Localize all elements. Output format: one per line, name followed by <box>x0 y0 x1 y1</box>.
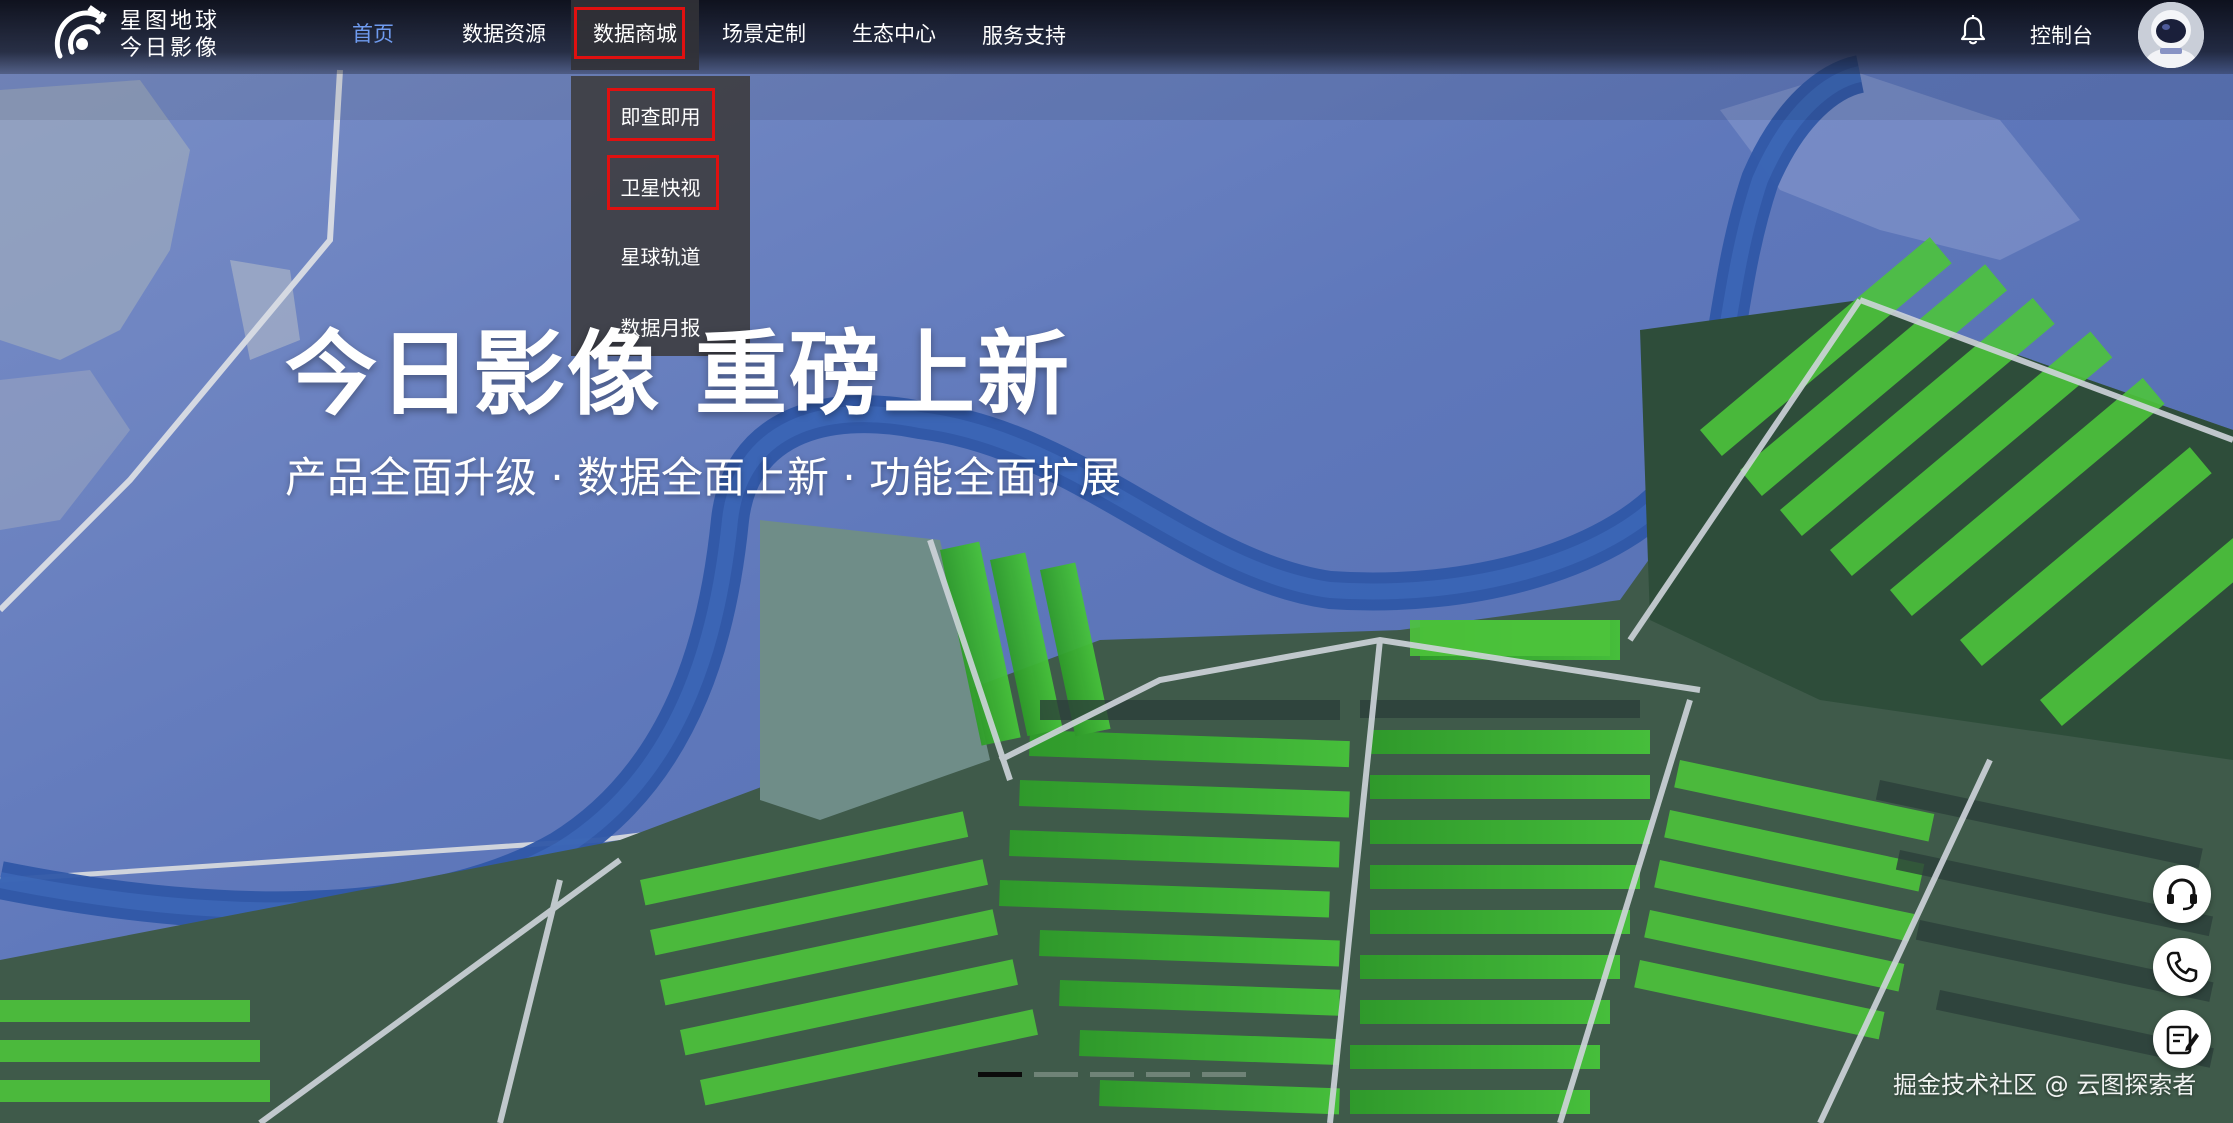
brand-name: 星图地球 今日影像 <box>120 8 220 62</box>
hero-title: 今日影像 重磅上新 <box>285 321 1072 428</box>
astronaut-avatar-icon <box>2138 2 2204 68</box>
watermark-text: 掘金技术社区 @ 云图探索者 <box>1893 1071 2197 1099</box>
phone-icon <box>2166 951 2198 983</box>
brand-logo[interactable]: 星图地球 今日影像 <box>52 2 232 66</box>
carousel-dot-1[interactable] <box>978 1072 1022 1077</box>
feedback-button[interactable] <box>2153 1010 2211 1068</box>
bell-icon[interactable] <box>1958 14 1988 46</box>
top-navigation-bar: 星图地球 今日影像 首页 数据资源 数据商城 场景定制 生态中心 服务支持 控制… <box>0 0 2233 74</box>
console-link[interactable]: 控制台 <box>2030 20 2093 50</box>
dropdown-item-satellite-quickview[interactable]: 卫星快视 <box>571 172 750 201</box>
nav-item-data-resources[interactable]: 数据资源 <box>462 18 546 48</box>
nav-item-data-mall[interactable]: 数据商城 <box>571 0 699 70</box>
carousel-dot-5[interactable] <box>1202 1072 1246 1077</box>
carousel-dot-3[interactable] <box>1090 1072 1134 1077</box>
headset-icon <box>2167 878 2197 911</box>
phone-button[interactable] <box>2153 938 2211 996</box>
satellite-image-background <box>0 0 2233 1123</box>
carousel-dot-2[interactable] <box>1034 1072 1078 1077</box>
nav-item-home[interactable]: 首页 <box>352 18 394 48</box>
nav-item-scene-custom[interactable]: 场景定制 <box>722 18 806 48</box>
nav-item-ecosystem[interactable]: 生态中心 <box>852 18 936 48</box>
hero-subtitle: 产品全面升级 · 数据全面上新 · 功能全面扩展 <box>285 453 1122 502</box>
satellite-logo-icon <box>54 5 107 59</box>
nav-item-data-mall-label: 数据商城 <box>593 22 677 46</box>
user-avatar[interactable] <box>2138 2 2204 68</box>
carousel-dot-4[interactable] <box>1146 1072 1190 1077</box>
dropdown-item-instant-use[interactable]: 即查即用 <box>571 101 750 130</box>
nav-item-service-support[interactable]: 服务支持 <box>982 20 1066 50</box>
customer-service-button[interactable] <box>2153 865 2211 923</box>
brand-line-1: 星图地球 <box>120 9 221 34</box>
dropdown-item-planet-orbit[interactable]: 星球轨道 <box>571 241 750 270</box>
edit-note-icon <box>2166 1025 2199 1055</box>
brand-line-2: 今日影像 <box>120 36 221 61</box>
